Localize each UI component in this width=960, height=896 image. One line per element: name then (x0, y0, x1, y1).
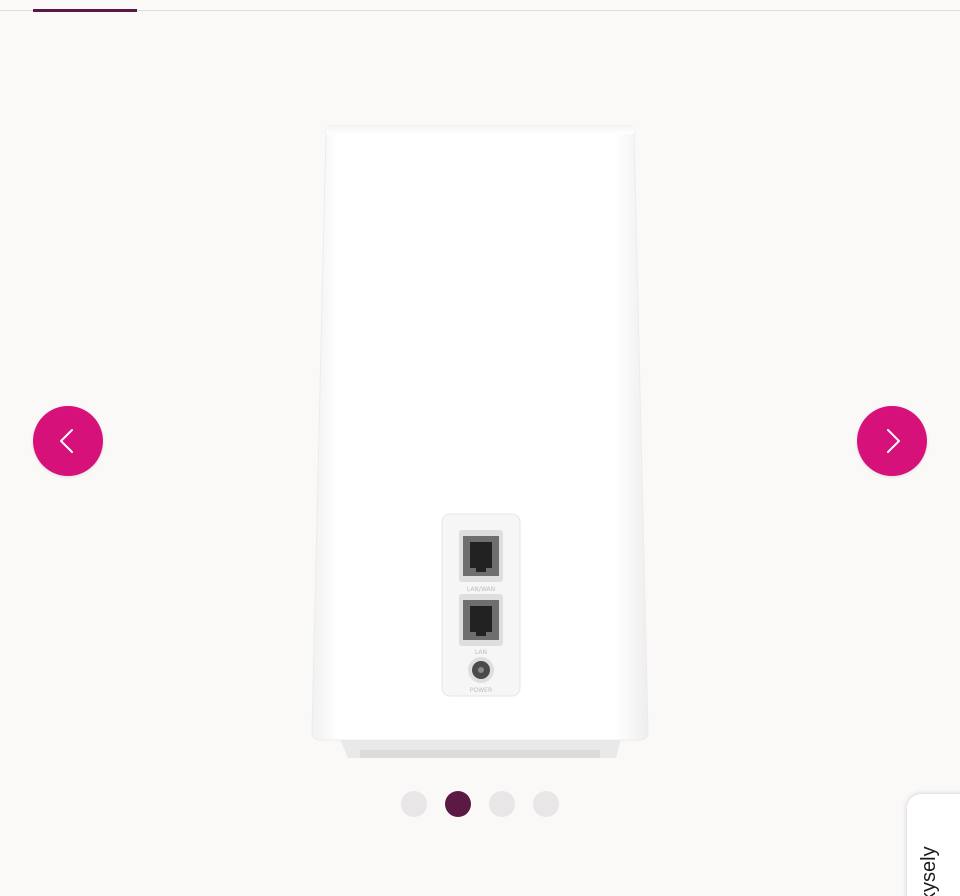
carousel-pagination (0, 791, 960, 817)
carousel-dot-3[interactable] (489, 791, 515, 817)
side-tab-label[interactable]: skysely (918, 822, 941, 896)
svg-text:LAN: LAN (475, 649, 487, 656)
router-product-image: LAN/WAN LAN POWER (311, 125, 649, 758)
chevron-left-icon (60, 429, 73, 453)
top-divider (0, 10, 960, 11)
carousel-dot-2[interactable] (445, 791, 471, 817)
carousel-dot-4[interactable] (533, 791, 559, 817)
carousel-dot-1[interactable] (401, 791, 427, 817)
svg-text:POWER: POWER (470, 687, 492, 694)
next-slide-button[interactable] (857, 406, 927, 476)
previous-slide-button[interactable] (33, 406, 103, 476)
chevron-right-icon (887, 429, 900, 453)
product-gallery-page: LAN/WAN LAN POWER skysely (0, 0, 960, 896)
active-tab-indicator (33, 9, 137, 12)
svg-text:LAN/WAN: LAN/WAN (467, 586, 495, 593)
